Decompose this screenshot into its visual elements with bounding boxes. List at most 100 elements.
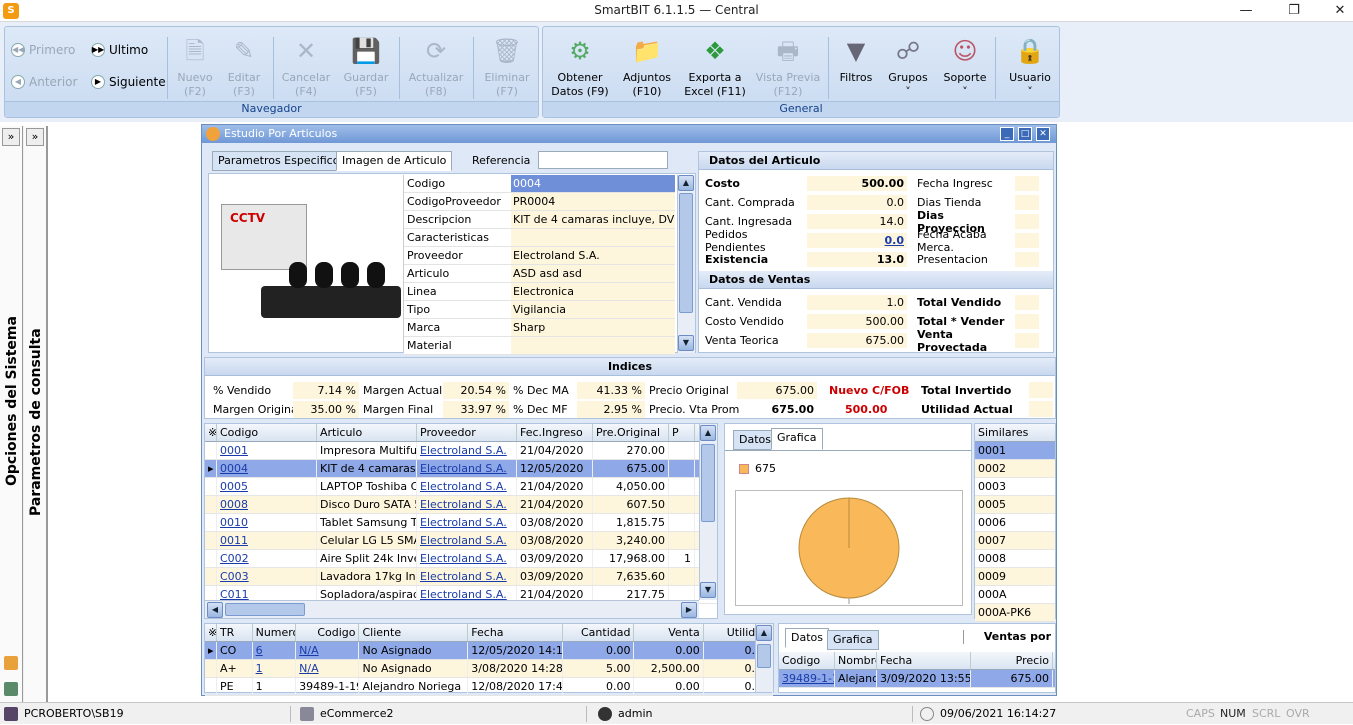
list-item[interactable]: 000A-PK6 xyxy=(975,604,1055,622)
table-cell[interactable]: 39489-1-19: xyxy=(296,678,360,695)
field-row[interactable]: Material xyxy=(404,337,675,355)
scroll-thumb[interactable] xyxy=(701,444,715,522)
table-cell[interactable]: Electroland S.A. xyxy=(417,550,517,567)
column-header[interactable]: Pre.Original xyxy=(593,424,669,441)
tab-parametros-especificos[interactable]: Parametros Especificos xyxy=(212,151,352,171)
referencia-input[interactable] xyxy=(538,151,668,169)
parametros-consulta-panel[interactable]: » Parametros de consulta xyxy=(24,126,47,702)
minimize-button[interactable]: — xyxy=(1223,0,1269,22)
scroll-up-icon[interactable]: ▲ xyxy=(756,625,772,641)
list-item[interactable]: 0002 xyxy=(975,460,1055,478)
tab-imagen-articulo[interactable]: Imagen de Articulo xyxy=(336,151,453,171)
column-header[interactable]: Fecha xyxy=(877,652,971,669)
filtros-button[interactable]: ▼ Filtros xyxy=(831,33,881,101)
maximize-button[interactable]: ❐ xyxy=(1271,0,1317,22)
table-row[interactable]: 0008Disco Duro SATA 50Electroland S.A.21… xyxy=(205,496,717,514)
table-cell[interactable]: 0001 xyxy=(217,442,317,459)
field-value[interactable]: Electroland S.A. xyxy=(511,247,675,264)
field-row[interactable]: Marca Sharp xyxy=(404,319,675,337)
field-value[interactable] xyxy=(511,229,675,246)
fields-scrollbar[interactable]: ▲ ▼ xyxy=(677,175,695,353)
column-header[interactable]: Numero xyxy=(253,624,297,641)
table-row[interactable]: ▸0004KIT de 4 camaras inElectroland S.A.… xyxy=(205,460,717,478)
scroll-thumb[interactable] xyxy=(757,644,771,668)
adjuntos-button[interactable]: 📁 Adjuntos (F10) xyxy=(619,33,675,101)
child-minimize-button[interactable]: _ xyxy=(1000,127,1014,141)
actualizar-button[interactable]: ⟳ Actualizar (F8) xyxy=(406,33,466,101)
column-header[interactable]: ※ xyxy=(205,624,217,641)
table-cell[interactable]: Electroland S.A. xyxy=(417,478,517,495)
table-cell[interactable]: 6 xyxy=(253,642,297,659)
table-cell[interactable]: N/A xyxy=(296,642,360,659)
ultimo-button[interactable]: ▶▶ Ultimo xyxy=(91,43,148,57)
guardar-button[interactable]: 💾 Guardar (F5) xyxy=(339,33,393,101)
table-cell[interactable]: 0005 xyxy=(217,478,317,495)
column-header[interactable]: Fecha xyxy=(468,624,564,641)
tab-ventas-grafica[interactable]: Grafica xyxy=(827,630,879,650)
list-item[interactable]: 0006 xyxy=(975,514,1055,532)
field-row[interactable]: Codigo 0004 xyxy=(404,175,675,193)
scroll-thumb[interactable] xyxy=(679,193,693,313)
table-cell[interactable]: Electroland S.A. xyxy=(417,568,517,585)
list-item[interactable]: 0003 xyxy=(975,478,1055,496)
table-cell[interactable]: 0008 xyxy=(217,496,317,513)
column-header[interactable]: Codigo xyxy=(779,652,835,669)
column-header[interactable]: ※ xyxy=(205,424,217,441)
articles-vscrollbar[interactable]: ▲ ▼ xyxy=(699,424,717,600)
field-row[interactable]: CodigoProveedor PR0004 xyxy=(404,193,675,211)
table-cell[interactable]: C003 xyxy=(217,568,317,585)
vista-previa-button[interactable]: 🖶 Vista Previa (F12) xyxy=(755,33,821,101)
table-row[interactable]: 0005 LAPTOP Toshiba Co Electroland S.A. 21/… xyxy=(205,478,717,496)
expand-parametros-button[interactable]: » xyxy=(26,128,44,146)
field-value[interactable]: Vigilancia xyxy=(511,301,675,318)
field-row[interactable]: Articulo ASD asd asd xyxy=(404,265,675,283)
list-item[interactable]: 000A xyxy=(975,586,1055,604)
cancelar-button[interactable]: ✕ Cancelar (F4) xyxy=(279,33,333,101)
table-cell[interactable]: Electroland S.A. xyxy=(417,460,517,477)
list-item[interactable]: 0005 xyxy=(975,496,1055,514)
usuario-button[interactable]: 🔒 Usuario ˅ xyxy=(1001,33,1059,101)
field-row[interactable]: Tipo Vigilancia xyxy=(404,301,675,319)
column-header[interactable]: Cantidad xyxy=(563,624,635,641)
table-cell[interactable]: 39489-1-1 xyxy=(779,670,835,687)
table-cell[interactable]: 0010 xyxy=(217,514,317,531)
column-header[interactable]: Fec.Ingreso xyxy=(517,424,593,441)
table-cell[interactable]: 1 xyxy=(253,678,297,695)
table-row[interactable]: C003Lavadora 17kg InveElectroland S.A.03… xyxy=(205,568,717,586)
field-value[interactable] xyxy=(511,337,675,354)
field-value[interactable]: ASD asd asd xyxy=(511,265,675,282)
column-header[interactable]: Proveedor xyxy=(417,424,517,441)
scroll-down-icon[interactable]: ▼ xyxy=(700,582,716,598)
tab-ventas-datos[interactable]: Datos xyxy=(785,628,829,648)
field-value[interactable]: PR0004 xyxy=(511,193,675,210)
scroll-down-icon[interactable]: ▼ xyxy=(678,335,694,351)
table-cell[interactable]: C002 xyxy=(217,550,317,567)
column-header[interactable]: Codigo xyxy=(296,624,360,641)
child-maximize-button[interactable]: □ xyxy=(1018,127,1032,141)
field-row[interactable]: DescripcionKIT de 4 camaras incluye, DVR… xyxy=(404,211,675,229)
table-row[interactable]: 0011Celular LG L5 SMARElectroland S.A.03… xyxy=(205,532,717,550)
field-value[interactable]: Electronica xyxy=(511,283,675,300)
column-header[interactable]: Articulo xyxy=(317,424,417,441)
opciones-sistema-panel[interactable]: » Opciones del Sistema xyxy=(0,126,23,702)
field-value[interactable]: Sharp xyxy=(511,319,675,336)
table-row[interactable]: 0010Tablet Samsung TabElectroland S.A.03… xyxy=(205,514,717,532)
table-row[interactable]: 39489-1-1Alejandr3/09/2020 13:55:5675.00 xyxy=(779,670,1055,688)
field-value[interactable]: 0004 xyxy=(511,175,675,192)
field-row[interactable]: Proveedor Electroland S.A. xyxy=(404,247,675,265)
grupos-button[interactable]: ☍ Grupos ˅ xyxy=(883,33,933,101)
module-icon[interactable] xyxy=(4,656,18,670)
scroll-left-icon[interactable]: ◀ xyxy=(207,602,223,618)
editar-button[interactable]: ✎ Editar (F3) xyxy=(217,33,271,101)
table-row[interactable]: PE139489-1-19:Alejandro Noriega12/08/202… xyxy=(205,678,773,696)
column-header[interactable]: Venta xyxy=(634,624,704,641)
column-header[interactable]: P xyxy=(669,424,695,441)
obtener-datos-button[interactable]: ⚙ Obtener Datos (F9) xyxy=(549,33,611,101)
list-item[interactable]: 0001 xyxy=(975,442,1055,460)
soporte-button[interactable]: ☺ Soporte ˅ xyxy=(939,33,991,101)
eliminar-button[interactable]: 🗑 Eliminar (F7) xyxy=(480,33,534,101)
tab-grafica[interactable]: Grafica xyxy=(771,428,823,450)
expand-opciones-button[interactable]: » xyxy=(2,128,20,146)
computer-icon[interactable] xyxy=(4,682,18,696)
table-row[interactable]: 0001Impresora MultifuncElectroland S.A.2… xyxy=(205,442,717,460)
